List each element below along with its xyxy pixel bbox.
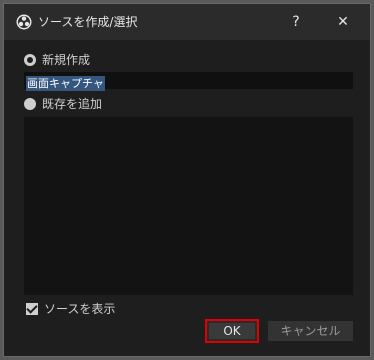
ok-button-label: OK <box>209 323 255 339</box>
add-existing-radio[interactable] <box>24 98 36 110</box>
help-button[interactable]: ? <box>282 10 310 34</box>
source-name-value: 画面キャプチャ <box>26 76 105 91</box>
ok-button[interactable]: OK <box>205 319 259 343</box>
obs-logo-icon <box>16 14 32 30</box>
cancel-button[interactable]: キャンセル <box>268 321 353 341</box>
source-name-input[interactable]: 画面キャプチャ <box>24 72 353 91</box>
title-bar: ソースを作成/選択 ? ✕ <box>4 4 370 40</box>
create-new-radio[interactable] <box>24 54 36 66</box>
add-existing-label: 既存を追加 <box>42 97 103 111</box>
create-new-label: 新規作成 <box>42 53 91 67</box>
close-button[interactable]: ✕ <box>329 10 357 34</box>
dialog-title: ソースを作成/選択 <box>38 15 138 29</box>
existing-sources-list[interactable] <box>24 117 353 295</box>
show-source-checkbox[interactable] <box>26 303 38 315</box>
show-source-label: ソースを表示 <box>44 302 116 316</box>
create-select-source-dialog: ソースを作成/選択 ? ✕ 新規作成 画面キャプチャ 既存を追加 ソースを表示 … <box>3 3 371 357</box>
